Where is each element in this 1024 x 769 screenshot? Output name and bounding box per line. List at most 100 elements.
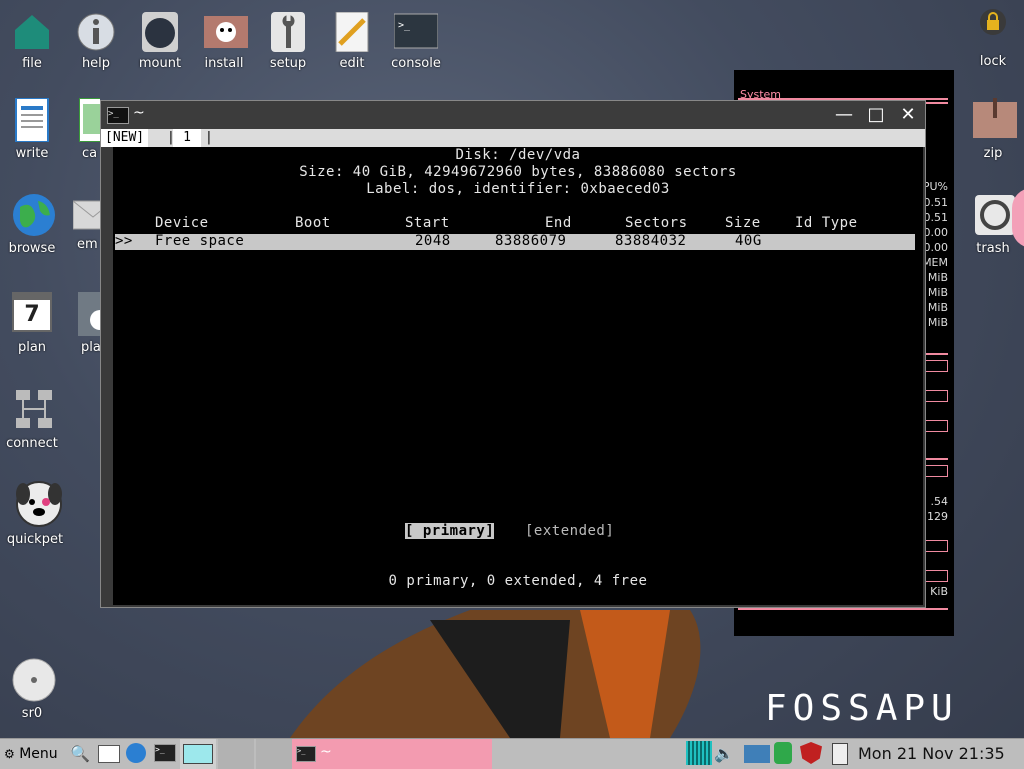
label-line: Label: dos, identifier: 0xbaeced03 bbox=[366, 181, 670, 197]
sysmon-line bbox=[924, 353, 948, 355]
header-boot: Boot bbox=[295, 215, 331, 231]
primary-button[interactable]: [ primary] bbox=[405, 523, 495, 539]
envelope-icon bbox=[72, 193, 100, 233]
desktop-icon-label: console bbox=[391, 56, 441, 71]
desktop-icon-file[interactable]: file bbox=[0, 12, 67, 71]
desktop-icon-write[interactable]: write bbox=[0, 97, 67, 161]
desktop-icon-calc[interactable]: ca bbox=[65, 98, 100, 161]
desktop-icon-browse[interactable]: browse bbox=[0, 193, 67, 256]
header-id-type: Id Type bbox=[795, 215, 858, 231]
desktop-icon-label: setup bbox=[269, 56, 307, 71]
browser-icon[interactable] bbox=[126, 743, 146, 763]
tab-separator: | bbox=[205, 130, 213, 145]
desktop-icon-console[interactable]: >_ console bbox=[381, 12, 451, 71]
brand-logo-text: FOSSAPU bbox=[765, 688, 959, 729]
header-start: Start bbox=[405, 215, 450, 231]
sysmon-value: 0.00 bbox=[923, 226, 949, 239]
globe-icon bbox=[12, 193, 55, 237]
menu-label: Menu bbox=[19, 746, 58, 762]
network-icon[interactable] bbox=[744, 745, 770, 763]
row-device: Free space bbox=[155, 233, 245, 249]
sysmon-value: PU% bbox=[922, 180, 948, 193]
desktop-icon-label: write bbox=[15, 146, 49, 161]
row-sectors: 83884032 bbox=[615, 233, 687, 249]
desktop-icon-quickpet[interactable]: quickpet bbox=[0, 480, 70, 547]
close-button[interactable]: ✕ bbox=[897, 104, 919, 126]
desktop-icon-label: file bbox=[22, 56, 42, 71]
terminal-screen[interactable]: Disk: /dev/vda Size: 40 GiB, 42949672960… bbox=[113, 147, 923, 605]
desktop-icon-label: ca bbox=[82, 146, 98, 161]
desktop-icon-label: em bbox=[77, 237, 98, 252]
sysmon-value: 129 bbox=[927, 510, 948, 523]
menu-button[interactable]: ⚙ Menu bbox=[4, 741, 66, 767]
desktop-icon-install[interactable]: install bbox=[189, 12, 259, 71]
desktop-icon-label: sr0 bbox=[21, 706, 43, 721]
menu-icon: ⚙ bbox=[4, 747, 15, 761]
desktop-icon-lock[interactable]: lock bbox=[958, 8, 1024, 69]
clipboard-icon[interactable] bbox=[832, 743, 848, 765]
padlock-icon bbox=[973, 8, 1013, 48]
desktop-icon-mount[interactable]: mount bbox=[125, 12, 195, 71]
sysmon-value: 0.51 bbox=[923, 211, 949, 224]
cpu-graph-icon[interactable] bbox=[686, 741, 712, 765]
desktop-icon-zip[interactable]: zip bbox=[958, 98, 1024, 161]
desktop-icon-sr0[interactable]: sr0 bbox=[0, 658, 67, 721]
dog-face-icon bbox=[15, 480, 62, 528]
tab-new[interactable]: [NEW] bbox=[101, 129, 149, 147]
info-icon bbox=[76, 12, 116, 52]
row-size: 40G bbox=[735, 233, 762, 249]
firewall-shield-icon[interactable] bbox=[800, 742, 822, 764]
terminal-window[interactable]: >_ ~ — □ ✕ [NEW] | 1 | Disk: /dev/vda Si… bbox=[100, 100, 926, 608]
sysmon-line bbox=[738, 608, 948, 610]
task-button-terminal[interactable]: >_ ~ bbox=[292, 739, 492, 769]
sysmon-graph bbox=[924, 390, 948, 402]
desktop-icon-label: help bbox=[81, 56, 111, 71]
spreadsheet-icon bbox=[78, 98, 100, 143]
desktop-icon-label: edit bbox=[339, 56, 365, 71]
sysmon-graph bbox=[924, 570, 948, 582]
terminal-icon[interactable]: >_ bbox=[154, 744, 176, 762]
desktop-icon-label: trash bbox=[976, 241, 1010, 256]
pencil-paper-icon bbox=[332, 11, 372, 53]
minimize-button[interactable]: — bbox=[833, 104, 855, 126]
file-manager-icon[interactable] bbox=[98, 745, 120, 763]
search-icon[interactable]: 🔍 bbox=[70, 741, 90, 767]
workspace-3[interactable] bbox=[256, 739, 292, 769]
desktop-icon-play[interactable]: pla bbox=[65, 292, 100, 355]
desktop-icon-help[interactable]: help bbox=[61, 12, 131, 71]
row-end: 83886079 bbox=[495, 233, 567, 249]
package-dog-icon bbox=[204, 12, 248, 52]
workspace-preview bbox=[183, 744, 213, 764]
document-icon bbox=[12, 97, 52, 143]
workspace-2[interactable] bbox=[218, 739, 254, 769]
wallpaper-cat bbox=[290, 610, 701, 738]
tab-1[interactable]: 1 bbox=[173, 129, 201, 147]
volume-icon[interactable]: 🔈 bbox=[714, 741, 740, 767]
trash-icon bbox=[973, 193, 1015, 237]
disk-line: Disk: /dev/vda bbox=[455, 147, 581, 163]
workspace-1[interactable] bbox=[180, 739, 216, 769]
wrench-icon bbox=[268, 12, 308, 52]
window-titlebar[interactable]: >_ ~ — □ ✕ bbox=[101, 101, 925, 129]
desktop-icon-setup[interactable]: setup bbox=[253, 12, 323, 71]
sysmon-value: 0.00 bbox=[923, 241, 949, 254]
terminal-icon: >_ bbox=[296, 746, 316, 762]
sysmon-line bbox=[924, 102, 948, 104]
maximize-button[interactable]: □ bbox=[865, 104, 887, 126]
sysmon-value: MiB bbox=[927, 316, 948, 329]
sysmon-line bbox=[924, 458, 948, 460]
desktop-icon-connect[interactable]: connect bbox=[0, 388, 67, 451]
header-sectors: Sectors bbox=[625, 215, 688, 231]
desktop-icon-plan[interactable]: 7 plan bbox=[0, 292, 67, 355]
storage-icon[interactable] bbox=[774, 742, 792, 764]
status-line: 0 primary, 0 extended, 4 free bbox=[388, 573, 648, 589]
svg-text:>_: >_ bbox=[398, 20, 411, 31]
clock[interactable]: Mon 21 Nov 21:35 bbox=[858, 741, 1024, 767]
desktop-icon-email[interactable]: em bbox=[65, 193, 100, 252]
drive-icon bbox=[140, 12, 180, 52]
desktop-icon-edit[interactable]: edit bbox=[317, 11, 387, 71]
archive-icon bbox=[973, 98, 1017, 142]
extended-button[interactable]: [extended] bbox=[525, 523, 614, 539]
sysmon-value: MiB bbox=[927, 301, 948, 314]
sysmon-value: MiB bbox=[927, 286, 948, 299]
